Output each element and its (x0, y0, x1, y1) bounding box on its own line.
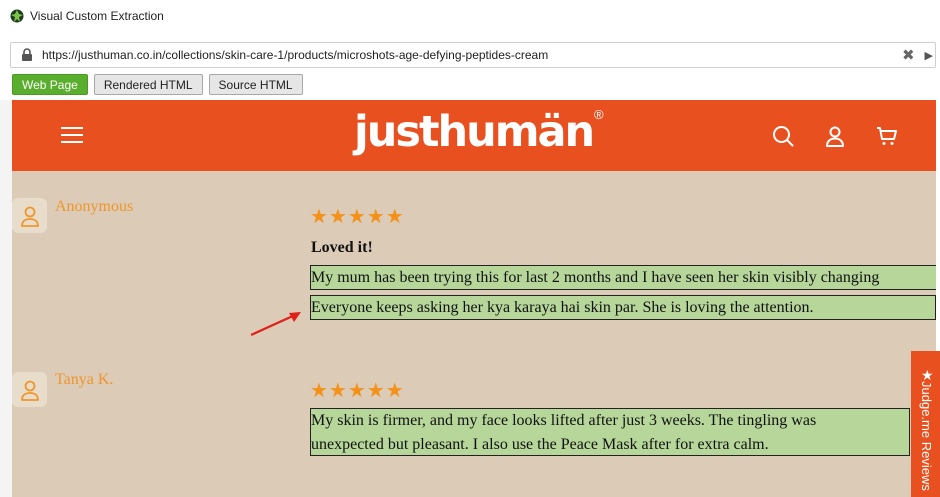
avatar (12, 198, 47, 233)
site-logo[interactable]: justhumän (354, 107, 595, 157)
tab-source-html[interactable]: Source HTML (208, 74, 303, 95)
app-icon (10, 9, 24, 23)
hamburger-menu-icon[interactable] (61, 125, 83, 143)
lock-icon (22, 48, 32, 61)
view-tabs: Web Page Rendered HTML Source HTML (12, 74, 303, 95)
clear-url-icon[interactable]: ✖ (902, 46, 915, 64)
judgeme-label: Judge.me Reviews (919, 381, 934, 491)
review-body-line: Everyone keeps asking her kya karaya hai… (311, 299, 814, 316)
star-rating: ★★★★★ (310, 380, 405, 402)
scroll-gap (936, 100, 940, 351)
highlighted-text: Everyone keeps asking her kya karaya hai… (310, 295, 936, 320)
reviewer-name: Anonymous (55, 198, 134, 215)
tab-web-page[interactable]: Web Page (12, 74, 88, 95)
url-text[interactable]: https://justhuman.co.in/collections/skin… (42, 48, 902, 62)
review-title: Loved it! (311, 239, 373, 256)
judgeme-reviews-tab[interactable]: ★ Judge.me Reviews (911, 351, 940, 497)
user-icon (20, 206, 39, 227)
review-body-line: My mum has been trying this for last 2 m… (311, 269, 880, 286)
cart-icon[interactable] (876, 125, 898, 147)
star-rating: ★★★★★ (310, 206, 405, 228)
review-body-line: My skin is firmer, and my face looks lif… (311, 412, 817, 429)
highlighted-text: My mum has been trying this for last 2 m… (310, 265, 936, 290)
window-titlebar: Visual Custom Extraction (0, 0, 940, 32)
site-header: justhumän ® (12, 100, 936, 171)
user-icon (20, 380, 39, 401)
annotation-arrow-icon (250, 312, 301, 337)
avatar (12, 372, 47, 407)
account-icon[interactable] (824, 125, 846, 147)
left-edge (0, 100, 12, 497)
address-bar[interactable]: https://justhuman.co.in/collections/skin… (10, 42, 936, 68)
window-title: Visual Custom Extraction (30, 9, 164, 23)
highlighted-text: My skin is firmer, and my face looks lif… (310, 408, 910, 456)
scroll-right-icon[interactable]: ▶ (925, 49, 933, 62)
search-icon[interactable] (772, 125, 794, 147)
review-body-line: unexpected but pleasant. I also use the … (311, 436, 769, 453)
tab-rendered-html[interactable]: Rendered HTML (93, 74, 203, 95)
reviewer-name: Tanya K. (55, 371, 114, 388)
page-viewport[interactable]: justhumän ® Anonymous ★★★★★ Loved it! My… (12, 100, 936, 497)
registered-mark: ® (594, 107, 604, 122)
